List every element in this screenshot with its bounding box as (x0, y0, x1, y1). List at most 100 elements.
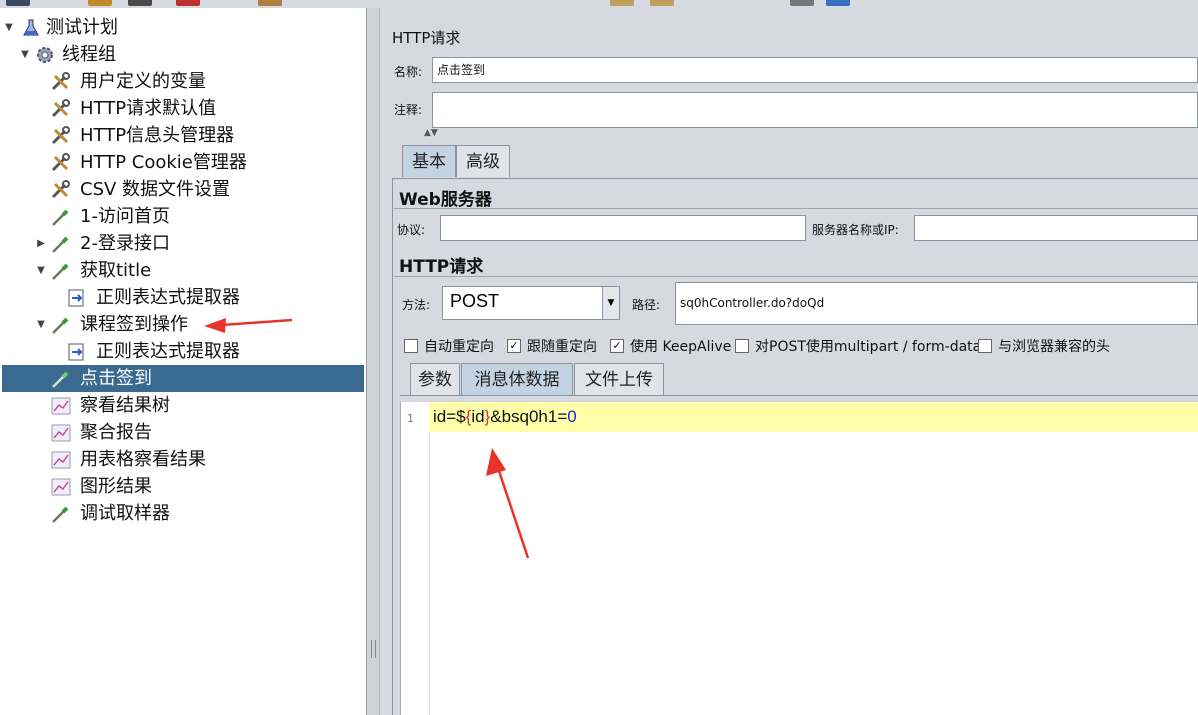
section-divider (394, 208, 1198, 209)
tree-node-label: 聚合报告 (80, 422, 152, 443)
tree-node-cookie-manager[interactable]: HTTP Cookie管理器 (0, 149, 366, 176)
method-label: 方法: (402, 298, 431, 312)
save-icon[interactable] (128, 0, 152, 6)
tree-node-click-signin[interactable]: 点击签到 (2, 365, 364, 392)
new-icon[interactable] (6, 0, 30, 6)
tab-body-data[interactable]: 消息体数据 (461, 363, 573, 395)
section-divider (394, 276, 1198, 277)
pipette-icon (52, 317, 69, 334)
comment-field[interactable] (432, 92, 1198, 128)
wrench-icon (51, 72, 70, 91)
tree-node-debug-sampler[interactable]: 调试取样器 (0, 500, 366, 527)
tree-node-header-manager[interactable]: HTTP信息头管理器 (0, 122, 366, 149)
checkmark-icon[interactable]: ✓ (610, 339, 624, 353)
tree-node-results-tree[interactable]: 察看结果树 (0, 392, 366, 419)
expand-toggle[interactable]: ▼ (20, 41, 30, 68)
method-select[interactable]: POST ▼ (442, 286, 620, 320)
pipette-icon (52, 263, 69, 280)
tree-node-table-results[interactable]: 用表格察看结果 (0, 446, 366, 473)
function-helper-icon[interactable] (826, 0, 850, 6)
search-icon[interactable] (790, 0, 814, 6)
wrench-icon (51, 153, 70, 172)
wrench-icon (51, 126, 70, 145)
graph-icon (51, 478, 71, 496)
tree-node-user-variables[interactable]: 用户定义的变量 (0, 68, 366, 95)
expand-toggle[interactable]: ▼ (36, 311, 46, 338)
checkbox-box[interactable] (978, 339, 992, 353)
extractor-icon (68, 289, 84, 307)
keepalive-checkbox[interactable]: ✓ 使用 KeepAlive (610, 336, 731, 356)
checkbox-box[interactable] (404, 339, 418, 353)
tree-node-label: CSV 数据文件设置 (80, 179, 231, 200)
chevron-down-icon[interactable]: ▼ (602, 287, 619, 319)
tree-node-label: 获取title (80, 260, 152, 281)
tree-node-thread-group[interactable]: ▼ 线程组 (0, 41, 366, 68)
path-field[interactable]: sq0hController.do?doQd (675, 282, 1198, 325)
code-token: &bsq0h1= (490, 407, 568, 426)
test-plan-icon (23, 19, 39, 36)
checkbox-label: 使用 KeepAlive (630, 339, 732, 355)
test-plan-tree: ▼ 测试计划 ▼ 线程组 用户定义的变量 HTTP请求默认值 HTTP信息头管理… (0, 8, 367, 715)
tree-node-aggregate-report[interactable]: 聚合报告 (0, 419, 366, 446)
pane-splitter[interactable] (367, 8, 380, 715)
tree-node-label: 正则表达式提取器 (96, 341, 240, 362)
body-code-line[interactable]: id=${id}&bsq0h1=0 (433, 404, 577, 430)
tab-basic[interactable]: 基本 (402, 145, 456, 177)
checkbox-label: 与浏览器兼容的头 (998, 339, 1110, 355)
tree-node-regex-extractor-2[interactable]: 正则表达式提取器 (0, 338, 366, 365)
expand-toggle[interactable]: ▶ (36, 230, 46, 257)
tree-node-label: 正则表达式提取器 (96, 287, 240, 308)
tree-node-label: 1-访问首页 (80, 206, 170, 227)
collapse-arrows-icon[interactable]: ▲▼ (424, 128, 438, 138)
tab-parameters[interactable]: 参数 (410, 363, 460, 395)
pipette-icon (52, 209, 69, 226)
tab-file-upload[interactable]: 文件上传 (574, 363, 664, 395)
clear-all-icon[interactable] (650, 0, 674, 6)
http-request-panel: HTTP请求 名称: 点击签到 注释: ▲▼ 基本 高级 Web服务器 协议: … (380, 8, 1198, 715)
auto-redirect-checkbox[interactable]: 自动重定向 (404, 336, 494, 356)
tree-node-regex-extractor[interactable]: 正则表达式提取器 (0, 284, 366, 311)
protocol-field[interactable] (440, 215, 806, 241)
server-field[interactable] (914, 215, 1198, 241)
multipart-checkbox[interactable]: 对POST使用multipart / form-data (735, 336, 981, 356)
cut-icon[interactable] (176, 0, 200, 6)
graph-icon (51, 451, 71, 469)
toolbar (0, 0, 1198, 8)
paste-icon[interactable] (258, 0, 282, 6)
clear-icon[interactable] (610, 0, 634, 6)
expand-toggle[interactable]: ▼ (4, 14, 14, 41)
server-label: 服务器名称或IP: (812, 223, 899, 237)
tree-node-graph-results[interactable]: 图形结果 (0, 473, 366, 500)
browser-headers-checkbox[interactable]: 与浏览器兼容的头 (978, 336, 1110, 356)
checkbox-label: 对POST使用multipart / form-data (755, 339, 982, 355)
graph-icon (51, 397, 71, 415)
checkmark-icon[interactable]: ✓ (507, 339, 521, 353)
editor-gutter: 1 (401, 402, 430, 715)
tree-node-label: 调试取样器 (80, 503, 170, 524)
graph-icon (51, 424, 71, 442)
checkbox-label: 跟随重定向 (527, 339, 597, 355)
line-number: 1 (407, 412, 414, 425)
checkbox-box[interactable] (735, 339, 749, 353)
wrench-icon (51, 180, 70, 199)
http-request-title: HTTP请求 (399, 257, 484, 277)
tree-node-label: 测试计划 (46, 17, 118, 38)
tree-node-visit-home[interactable]: 1-访问首页 (0, 203, 366, 230)
tree-node-http-defaults[interactable]: HTTP请求默认值 (0, 95, 366, 122)
pipette-icon (52, 236, 69, 253)
open-icon[interactable] (88, 0, 112, 6)
follow-redirect-checkbox[interactable]: ✓ 跟随重定向 (507, 336, 597, 356)
tree-node-get-title[interactable]: ▼ 获取title (0, 257, 366, 284)
tab-advanced[interactable]: 高级 (456, 145, 510, 177)
expand-toggle[interactable]: ▼ (36, 257, 46, 284)
tree-node-csv-config[interactable]: CSV 数据文件设置 (0, 176, 366, 203)
tree-node-login-api[interactable]: ▶ 2-登录接口 (0, 230, 366, 257)
tree-node-test-plan[interactable]: ▼ 测试计划 (0, 14, 366, 41)
tree-node-label: 课程签到操作 (80, 314, 188, 335)
method-value: POST (450, 291, 500, 311)
name-field[interactable]: 点击签到 (432, 57, 1198, 83)
splitter-grip-icon[interactable] (371, 640, 376, 658)
tree-node-label: 察看结果树 (80, 395, 170, 416)
tree-node-label: 用户定义的变量 (80, 71, 206, 92)
tree-node-course-signin[interactable]: ▼ 课程签到操作 (0, 311, 366, 338)
